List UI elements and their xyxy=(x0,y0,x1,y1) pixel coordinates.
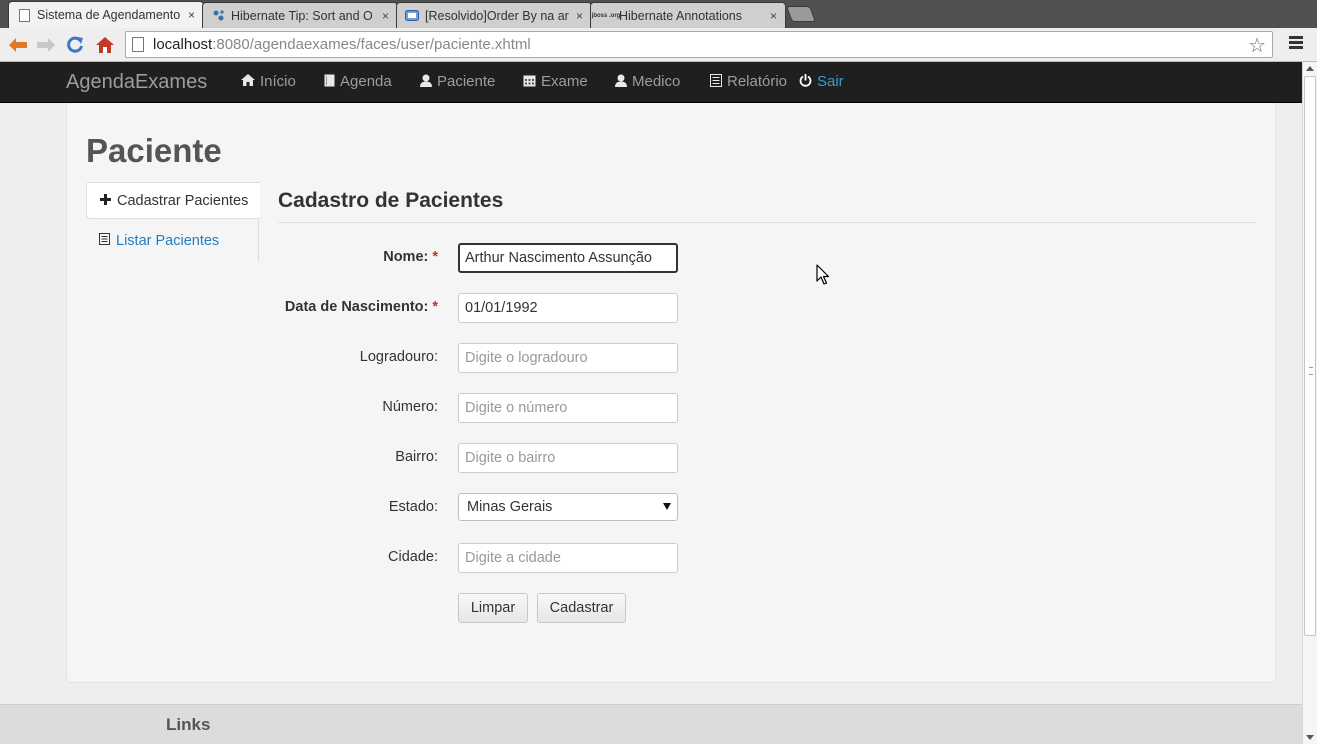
scroll-up-icon[interactable] xyxy=(1306,66,1314,71)
cidade-input[interactable] xyxy=(458,543,678,573)
nav-item-sair[interactable]: Sair xyxy=(799,73,844,90)
logradouro-input[interactable] xyxy=(458,343,678,373)
required-marker: * xyxy=(432,249,438,265)
numero-label: Número: xyxy=(382,399,438,415)
nav-item-label: Relatório xyxy=(727,73,788,90)
footer-links-heading: Links xyxy=(166,715,211,734)
home-icon[interactable] xyxy=(92,32,118,58)
list-icon xyxy=(99,233,110,248)
browser-tab-label: Hibernate Tip: Sort and O xyxy=(231,8,373,23)
browser-tab-3[interactable]: [Resolvido]Order By na ar × xyxy=(396,2,592,28)
side-nav: Cadastrar Pacientes Listar Pacientes xyxy=(86,182,260,262)
close-icon[interactable]: × xyxy=(576,9,583,23)
nav-item-label: Medico xyxy=(632,73,681,90)
nav-item-exame[interactable]: Exame xyxy=(523,73,588,90)
browser-tab-strip: Sistema de Agendamento × Hibernate Tip: … xyxy=(0,0,1317,28)
bairro-input[interactable] xyxy=(458,443,678,473)
estado-selected-value: Minas Gerais xyxy=(467,499,553,515)
sidebar-item-label: Listar Pacientes xyxy=(116,232,220,249)
nav-item-label: Exame xyxy=(541,73,588,90)
browser-tab-1[interactable]: Sistema de Agendamento × xyxy=(8,1,204,28)
close-icon[interactable]: × xyxy=(770,9,777,23)
guj-icon xyxy=(405,9,419,23)
url-host: localhost xyxy=(153,36,213,53)
page-title: Paciente xyxy=(86,132,222,169)
browser-tab-2[interactable]: Hibernate Tip: Sort and O × xyxy=(202,2,398,28)
logradouro-label: Logradouro: xyxy=(359,349,438,365)
back-arrow-icon[interactable] xyxy=(5,32,31,58)
bookmark-star-icon[interactable]: ☆ xyxy=(1248,33,1266,58)
address-bar[interactable]: localhost :8080/agendaexames/faces/user/… xyxy=(125,31,1273,58)
nome-label: Nome: * xyxy=(383,249,438,265)
reload-icon[interactable] xyxy=(62,32,88,58)
browser-menu-icon[interactable] xyxy=(1289,36,1303,51)
list-icon xyxy=(710,73,722,90)
scroll-down-icon[interactable] xyxy=(1306,735,1314,740)
plus-icon xyxy=(100,193,111,208)
cidade-label: Cidade: xyxy=(388,549,438,565)
forward-arrow-icon[interactable] xyxy=(33,32,59,58)
sidebar-item-cadastrar[interactable]: Cadastrar Pacientes xyxy=(86,182,260,219)
nome-input[interactable] xyxy=(458,243,678,273)
sidebar-item-listar[interactable]: Listar Pacientes xyxy=(86,222,259,259)
close-icon[interactable]: × xyxy=(188,8,195,22)
jboss-icon: jboss .org xyxy=(591,12,621,19)
cadastrar-button[interactable]: Cadastrar xyxy=(537,593,626,623)
limpar-button[interactable]: Limpar xyxy=(458,593,528,623)
browser-tab-label: Hibernate Annotations xyxy=(619,8,743,23)
brand-logo[interactable]: AgendaExames xyxy=(66,71,207,94)
vertical-scrollbar[interactable] xyxy=(1302,62,1317,744)
required-marker: * xyxy=(432,299,438,315)
page-footer: Links xyxy=(0,704,1302,744)
nav-item-paciente[interactable]: Paciente xyxy=(420,73,495,90)
form-title: Cadastro de Pacientes xyxy=(278,189,504,212)
nav-item-label: Início xyxy=(260,73,296,90)
nav-item-relatorio[interactable]: Relatório xyxy=(710,73,787,90)
power-icon xyxy=(799,73,812,90)
calendar-icon xyxy=(523,74,536,90)
bairro-label: Bairro: xyxy=(395,449,438,465)
book-icon xyxy=(324,74,335,90)
browser-tab-label: [Resolvido]Order By na ar xyxy=(425,8,569,23)
nav-item-label: Paciente xyxy=(437,73,496,90)
estado-label: Estado: xyxy=(388,499,438,515)
nav-item-label: Agenda xyxy=(340,73,392,90)
home-icon xyxy=(241,74,255,89)
app-navbar: AgendaExames Início Agenda Paciente Exam… xyxy=(0,62,1302,103)
hibernate-icon xyxy=(211,9,225,23)
nav-item-medico[interactable]: Medico xyxy=(615,73,680,90)
data-nascimento-input[interactable] xyxy=(458,293,678,323)
new-tab-button[interactable] xyxy=(786,6,816,22)
mouse-cursor-icon xyxy=(816,264,830,285)
numero-input[interactable] xyxy=(458,393,678,423)
page-icon xyxy=(132,37,144,52)
user-icon xyxy=(420,74,432,90)
browser-tab-4[interactable]: jboss .org Hibernate Annotations × xyxy=(590,2,786,28)
page-icon xyxy=(17,8,31,22)
close-icon[interactable]: × xyxy=(382,9,389,23)
nav-item-label: Sair xyxy=(817,73,844,90)
data-nascimento-label: Data de Nascimento: * xyxy=(284,299,438,315)
browser-tab-label: Sistema de Agendamento xyxy=(37,8,181,22)
sidebar-item-label: Cadastrar Pacientes xyxy=(117,192,249,209)
nav-item-agenda[interactable]: Agenda xyxy=(324,73,392,90)
scrollbar-thumb[interactable] xyxy=(1304,76,1316,636)
nav-item-inicio[interactable]: Início xyxy=(241,73,296,90)
chevron-down-icon xyxy=(663,503,671,510)
browser-toolbar: localhost :8080/agendaexames/faces/user/… xyxy=(0,28,1317,62)
estado-select[interactable]: Minas Gerais xyxy=(458,493,678,521)
user-icon xyxy=(615,74,627,90)
form-divider xyxy=(278,222,1256,223)
url-path: :8080/agendaexames/faces/user/paciente.x… xyxy=(212,36,531,53)
